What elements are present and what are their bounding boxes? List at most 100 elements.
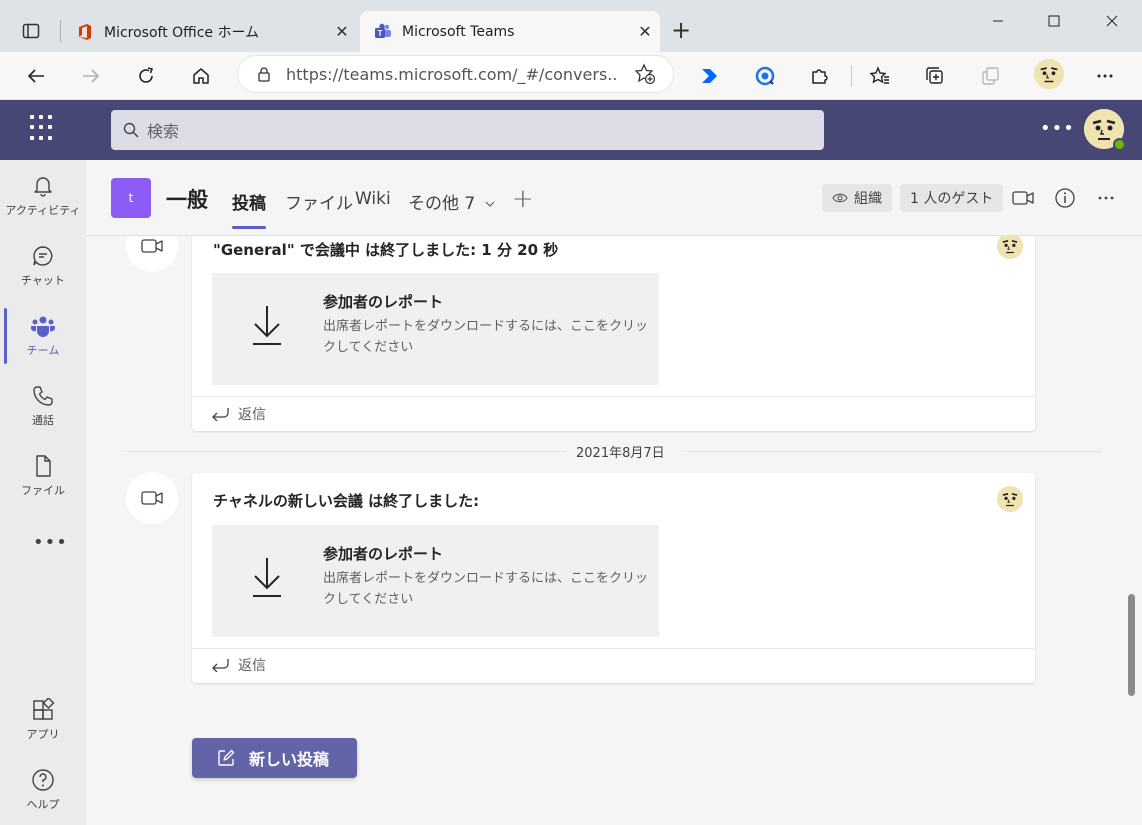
- app-launcher-icon[interactable]: [30, 115, 56, 141]
- team-avatar: t: [111, 178, 151, 218]
- search-input[interactable]: 検索: [111, 110, 824, 150]
- tab-posts[interactable]: 投稿: [232, 189, 266, 229]
- reply-label: 返信: [238, 658, 266, 674]
- url-text: https://teams.microsoft.com/_#/convers..…: [286, 64, 616, 84]
- video-camera-icon: [1012, 191, 1034, 205]
- channel-name: 一般: [166, 188, 208, 212]
- favorites-button[interactable]: [864, 60, 896, 92]
- tab-more-label: その他 7: [408, 194, 476, 214]
- rail-more-icon[interactable]: •••: [33, 532, 68, 553]
- attendance-report-card[interactable]: 参加者のレポート 出席者レポートをダウンロードするには、ここをクリックしてくださ…: [212, 273, 659, 385]
- download-icon: [253, 558, 281, 597]
- sender-avatar[interactable]: [997, 236, 1023, 259]
- report-title: 参加者のレポート: [323, 545, 444, 563]
- feed-scrollbar[interactable]: [1128, 594, 1135, 696]
- minimize-button[interactable]: [975, 6, 1021, 36]
- extension-button[interactable]: [749, 60, 781, 92]
- home-button[interactable]: [185, 60, 217, 92]
- refresh-button[interactable]: [130, 60, 162, 92]
- minimize-icon: [993, 20, 1003, 22]
- user-avatar[interactable]: [1084, 109, 1126, 151]
- new-post-label: 新しい投稿: [249, 750, 330, 769]
- more-horizontal-icon: [1097, 74, 1113, 78]
- svg-text:T: T: [378, 29, 383, 38]
- teams-icon: T: [375, 23, 391, 38]
- post-card: チャネルの新しい会議 は終了しました: 参加者のレポート 出席者レポートをダウン…: [192, 473, 1035, 683]
- rail-label: アクティビティ: [5, 204, 81, 217]
- web-extension-icon: [755, 66, 775, 86]
- address-bar[interactable]: https://teams.microsoft.com/_#/convers..…: [237, 55, 674, 93]
- add-tab-button[interactable]: +: [512, 184, 534, 214]
- teams-icon: [31, 316, 55, 337]
- rail-item-chat[interactable]: チャット: [0, 234, 86, 298]
- power-automate-button[interactable]: [694, 60, 726, 92]
- download-icon: [253, 306, 281, 345]
- help-icon: [32, 769, 54, 791]
- rail-item-calls[interactable]: 通話: [0, 374, 86, 438]
- avatar-face-icon: [997, 486, 1023, 512]
- sender-avatar[interactable]: [997, 486, 1023, 512]
- browser-toolbar: https://teams.microsoft.com/_#/convers..…: [0, 52, 1142, 100]
- rail-label: チャット: [21, 274, 65, 287]
- eye-icon: [832, 193, 848, 203]
- reply-button[interactable]: 返信: [210, 655, 266, 675]
- browser-profile-avatar[interactable]: [1034, 59, 1064, 89]
- meet-button[interactable]: [1011, 186, 1035, 210]
- meeting-icon-badge: [126, 472, 178, 524]
- power-automate-icon: [702, 69, 717, 83]
- file-icon: [36, 455, 51, 477]
- chat-icon: [33, 246, 53, 266]
- post-message: チャネルの新しい会議 は終了しました:: [213, 492, 480, 510]
- reply-label: 返信: [238, 407, 266, 423]
- reply-button[interactable]: 返信: [210, 404, 266, 424]
- add-favorite-icon[interactable]: [634, 63, 656, 85]
- share-button[interactable]: [974, 60, 1006, 92]
- refresh-icon: [139, 67, 154, 83]
- tab-office-home[interactable]: Microsoft Office ホーム ✕: [62, 11, 357, 52]
- collections-button[interactable]: [919, 60, 951, 92]
- meeting-icon-badge: [126, 236, 178, 272]
- rail-item-teams[interactable]: チーム: [0, 304, 86, 368]
- tab-teams[interactable]: T Microsoft Teams ✕: [360, 11, 660, 52]
- channel-more-button[interactable]: [1094, 186, 1118, 210]
- back-button[interactable]: [20, 60, 52, 92]
- tab-close-icon[interactable]: ✕: [327, 22, 357, 41]
- extensions-button[interactable]: [804, 60, 836, 92]
- tab-wiki[interactable]: Wiki: [355, 189, 391, 209]
- tab-separator: [60, 20, 61, 42]
- close-window-button[interactable]: [1089, 6, 1135, 36]
- rail-item-apps[interactable]: アプリ: [0, 688, 86, 752]
- toolbar-separator: [851, 66, 852, 86]
- tab-actions-button[interactable]: [18, 18, 44, 44]
- header-more-icon[interactable]: •••: [1040, 118, 1075, 139]
- new-tab-button[interactable]: +: [668, 18, 694, 44]
- tab-more[interactable]: その他 7: [408, 189, 495, 214]
- tab-actions-icon: [22, 23, 40, 39]
- rail-item-help[interactable]: ヘルプ: [0, 758, 86, 822]
- channel-info-button[interactable]: [1053, 186, 1077, 210]
- rail-label: チーム: [26, 344, 60, 357]
- report-description: 出席者レポートをダウンロードするには、ここをクリックしてください: [323, 571, 649, 607]
- org-badge[interactable]: 組織: [822, 184, 892, 212]
- guest-badge[interactable]: 1 人のゲスト: [900, 184, 1004, 212]
- tab-close-icon[interactable]: ✕: [630, 22, 660, 41]
- new-post-button[interactable]: 新しい投稿: [192, 738, 357, 778]
- share-icon: [982, 67, 999, 85]
- forward-button[interactable]: [75, 60, 107, 92]
- maximize-button[interactable]: [1031, 6, 1077, 36]
- report-title: 参加者のレポート: [323, 293, 444, 311]
- video-camera-icon: [141, 491, 163, 505]
- tab-files[interactable]: ファイル: [285, 189, 353, 214]
- tab-title: Microsoft Office ホーム: [104, 24, 260, 41]
- attendance-report-card[interactable]: 参加者のレポート 出席者レポートをダウンロードするには、ここをクリックしてくださ…: [212, 525, 659, 637]
- settings-more-button[interactable]: [1089, 60, 1121, 92]
- rail-item-files[interactable]: ファイル: [0, 444, 86, 508]
- rail-label: アプリ: [26, 728, 60, 741]
- post-message: "General" で会議中 は終了しました: 1 分 20 秒: [213, 241, 559, 259]
- rail-item-activity[interactable]: アクティビティ: [0, 164, 86, 228]
- post-card: "General" で会議中 は終了しました: 1 分 20 秒 参加者のレポー…: [192, 236, 1035, 431]
- report-description: 出席者レポートをダウンロードするには、ここをクリックしてください: [323, 319, 649, 355]
- org-label: 組織: [854, 191, 882, 207]
- search-placeholder: 検索: [147, 122, 180, 141]
- tab-title: Microsoft Teams: [402, 23, 515, 40]
